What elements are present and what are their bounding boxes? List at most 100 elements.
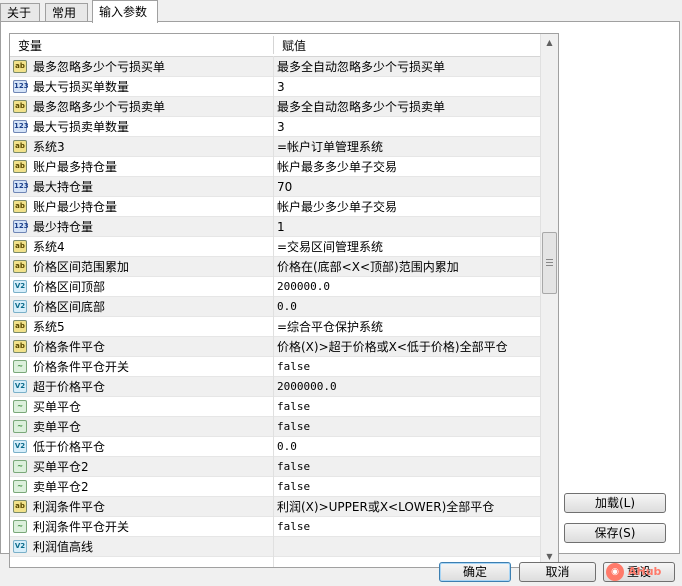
parameter-row[interactable]: ab 价格条件平仓 价格(X)>超于价格或X<低于价格)全部平仓	[10, 337, 540, 357]
boolean-type-icon: ~	[13, 520, 27, 533]
boolean-type-icon: ~	[13, 480, 27, 493]
parameter-value[interactable]: false	[277, 417, 310, 437]
tab-label: 输入参数	[99, 5, 148, 19]
parameter-row[interactable]: ab 利润条件平仓 利润(X)>UPPER或X<LOWER)全部平仓	[10, 497, 540, 517]
parameter-value[interactable]: 70	[277, 177, 292, 197]
parameter-name: 最多忽略多少个亏损卖单	[33, 100, 166, 114]
parameter-value[interactable]: 200000.0	[277, 277, 330, 297]
parameter-value[interactable]: 价格在(底部<X<顶部)范围内累加	[277, 257, 459, 277]
parameter-name: 价格条件平仓	[33, 340, 106, 354]
parameter-value[interactable]: false	[277, 397, 310, 417]
watermark-text: AHub	[628, 565, 662, 578]
parameter-name: 利润值高线	[33, 540, 94, 554]
parameter-row[interactable]: ~ 卖单平仓2 false	[10, 477, 540, 497]
boolean-type-icon: ~	[13, 360, 27, 373]
parameter-name: 系统4	[33, 240, 65, 254]
parameter-row[interactable]: V2 超于价格平仓 2000000.0	[10, 377, 540, 397]
double-type-icon: V2	[13, 300, 27, 313]
scroll-thumb[interactable]	[542, 232, 557, 294]
parameter-name: 价格条件平仓开关	[33, 360, 130, 374]
string-type-icon: ab	[13, 260, 27, 273]
boolean-type-icon: ~	[13, 420, 27, 433]
parameter-value[interactable]: 0.0	[277, 437, 297, 457]
parameter-row[interactable]: V2 利润值高线	[10, 537, 540, 557]
column-separator	[273, 56, 274, 567]
parameter-name: 买单平仓	[33, 400, 82, 414]
parameter-row[interactable]: ~ 买单平仓 false	[10, 397, 540, 417]
string-type-icon: ab	[13, 240, 27, 253]
string-type-icon: ab	[13, 500, 27, 513]
parameter-name: 卖单平仓	[33, 420, 82, 434]
tab-common[interactable]: 常用	[45, 3, 88, 21]
parameter-row[interactable]: V2 价格区间底部 0.0	[10, 297, 540, 317]
parameter-name: 系统3	[33, 140, 65, 154]
parameter-name: 最大亏损卖单数量	[33, 120, 130, 134]
string-type-icon: ab	[13, 200, 27, 213]
parameter-value[interactable]: =帐户订单管理系统	[277, 137, 383, 157]
integer-type-icon: 123	[13, 80, 29, 93]
parameter-row[interactable]: ab 价格区间范围累加 价格在(底部<X<顶部)范围内累加	[10, 257, 540, 277]
parameter-value[interactable]: =交易区间管理系统	[277, 237, 383, 257]
parameter-row[interactable]: 123 最少持仓量 1	[10, 217, 540, 237]
parameter-value[interactable]: 最多全自动忽略多少个亏损卖单	[277, 97, 445, 117]
parameter-value[interactable]: 帐户最多多少单子交易	[277, 157, 397, 177]
parameter-name: 利润条件平仓	[33, 500, 106, 514]
parameter-value[interactable]: 利润(X)>UPPER或X<LOWER)全部平仓	[277, 497, 494, 517]
parameter-row[interactable]: ~ 价格条件平仓开关 false	[10, 357, 540, 377]
tab-input-parameters[interactable]: 输入参数	[92, 0, 158, 23]
boolean-type-icon: ~	[13, 400, 27, 413]
parameter-row[interactable]: ~ 卖单平仓 false	[10, 417, 540, 437]
scroll-up-arrow-icon[interactable]: ▲	[541, 34, 558, 51]
parameter-row[interactable]: 123 最大亏损卖单数量 3	[10, 117, 540, 137]
parameter-value[interactable]: 最多全自动忽略多少个亏损买单	[277, 57, 445, 77]
parameter-name: 低于价格平仓	[33, 440, 106, 454]
column-header-value[interactable]: 赋值	[274, 34, 306, 56]
string-type-icon: ab	[13, 160, 27, 173]
parameter-row[interactable]: V2 低于价格平仓 0.0	[10, 437, 540, 457]
parameter-value[interactable]: false	[277, 357, 310, 377]
parameter-value[interactable]: false	[277, 477, 310, 497]
parameter-value[interactable]: false	[277, 517, 310, 537]
integer-type-icon: 123	[13, 120, 29, 133]
parameter-value[interactable]: 3	[277, 117, 285, 137]
column-header-variable[interactable]: 变量	[10, 34, 42, 56]
double-type-icon: V2	[13, 540, 27, 553]
parameter-row[interactable]: ab 账户最多持仓量 帐户最多多少单子交易	[10, 157, 540, 177]
parameter-value[interactable]: false	[277, 457, 310, 477]
parameter-value[interactable]: =综合平仓保护系统	[277, 317, 383, 337]
tab-bar: 关于 常用 输入参数	[0, 0, 682, 23]
string-type-icon: ab	[13, 140, 27, 153]
parameter-value[interactable]: 价格(X)>超于价格或X<低于价格)全部平仓	[277, 337, 508, 357]
parameter-name: 卖单平仓2	[33, 480, 89, 494]
parameter-row[interactable]: ab 系统3 =帐户订单管理系统	[10, 137, 540, 157]
parameter-value[interactable]: 帐户最少多少单子交易	[277, 197, 397, 217]
parameter-row[interactable]: ab 系统4 =交易区间管理系统	[10, 237, 540, 257]
save-button[interactable]: 保存(S)	[564, 523, 666, 543]
parameter-value[interactable]: 3	[277, 77, 285, 97]
parameter-row[interactable]: ab 最多忽略多少个亏损卖单 最多全自动忽略多少个亏损卖单	[10, 97, 540, 117]
parameter-row[interactable]: 123 最大亏损买单数量 3	[10, 77, 540, 97]
parameter-row[interactable]: ~ 利润条件平仓开关 false	[10, 517, 540, 537]
string-type-icon: ab	[13, 320, 27, 333]
parameter-row[interactable]: ab 系统5 =综合平仓保护系统	[10, 317, 540, 337]
double-type-icon: V2	[13, 440, 27, 453]
parameter-row[interactable]: V2 价格区间顶部 200000.0	[10, 277, 540, 297]
parameter-value[interactable]: 0.0	[277, 297, 297, 317]
parameter-row[interactable]: ab 最多忽略多少个亏损买单 最多全自动忽略多少个亏损买单	[10, 57, 540, 77]
parameter-row[interactable]: 123 最大持仓量 70	[10, 177, 540, 197]
parameter-row[interactable]: ~ 买单平仓2 false	[10, 457, 540, 477]
vertical-scrollbar[interactable]: ▲ ▼	[540, 34, 558, 565]
load-button[interactable]: 加载(L)	[564, 493, 666, 513]
tab-about[interactable]: 关于	[0, 3, 40, 21]
parameter-name: 超于价格平仓	[33, 380, 106, 394]
parameter-name: 最大持仓量	[33, 180, 94, 194]
parameter-value[interactable]: 1	[277, 217, 285, 237]
ok-button[interactable]: 确定	[439, 562, 511, 582]
watermark: ◉ AHub	[606, 561, 682, 583]
string-type-icon: ab	[13, 340, 27, 353]
parameter-name: 买单平仓2	[33, 460, 89, 474]
grip-line	[546, 262, 553, 263]
parameter-value[interactable]: 2000000.0	[277, 377, 337, 397]
parameter-row[interactable]: ab 账户最少持仓量 帐户最少多少单子交易	[10, 197, 540, 217]
cancel-button[interactable]: 取消	[519, 562, 596, 582]
